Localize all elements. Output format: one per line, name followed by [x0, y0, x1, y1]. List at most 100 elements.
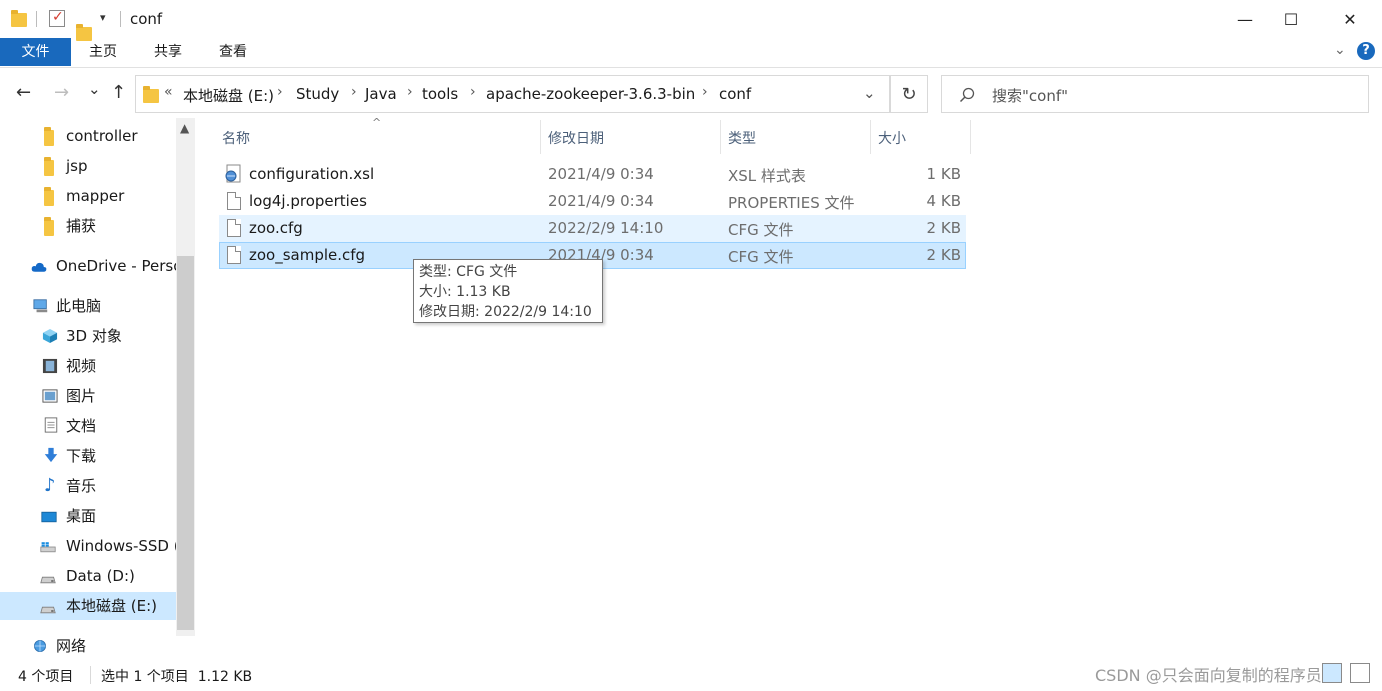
- customize-toolbar-icon[interactable]: ▾: [100, 11, 106, 24]
- sidebar-item-windows-ssd[interactable]: Windows-SSD (: [0, 532, 176, 560]
- file-modified: 2022/2/9 14:10: [548, 219, 664, 237]
- sidebar-item-jsp[interactable]: jsp: [0, 152, 176, 180]
- sidebar-item-controller[interactable]: controller: [0, 122, 176, 150]
- breadcrumb-tools[interactable]: tools: [422, 85, 458, 103]
- sidebar-item-local-disk-e[interactable]: 本地磁盘 (E:): [0, 592, 176, 620]
- sidebar-item-label: OneDrive - Perso: [56, 257, 176, 275]
- folder-icon: [143, 86, 159, 103]
- column-divider[interactable]: [970, 120, 971, 154]
- folder-icon: [44, 127, 54, 146]
- file-row[interactable]: configuration.xsl 2021/4/9 0:34 XSL 样式表 …: [219, 161, 966, 188]
- sidebar-item-downloads[interactable]: 下载: [0, 442, 176, 470]
- help-icon[interactable]: ?: [1357, 42, 1375, 60]
- search-icon: [959, 87, 975, 103]
- sidebar-item-label: 音乐: [66, 477, 97, 495]
- folder-icon: [44, 187, 54, 206]
- sidebar-item-onedrive[interactable]: OneDrive - Perso: [0, 252, 176, 280]
- watermark: CSDN @只会面向复制的程序员: [1095, 666, 1322, 685]
- sidebar-item-documents[interactable]: 文档: [0, 412, 176, 440]
- sidebar-item-label: mapper: [66, 187, 125, 205]
- breadcrumb-separator[interactable]: ›: [702, 84, 708, 100]
- details-view-icon[interactable]: [1322, 663, 1342, 683]
- column-header-name[interactable]: 名称: [222, 128, 250, 148]
- overflow-chevron[interactable]: «: [164, 84, 173, 100]
- minimize-button[interactable]: —: [1222, 0, 1268, 38]
- file-row[interactable]: log4j.properties 2021/4/9 0:34 PROPERTIE…: [219, 188, 966, 215]
- sidebar-item-label: 桌面: [66, 507, 97, 525]
- folder-icon: [44, 217, 54, 236]
- search-box[interactable]: 搜索"conf": [941, 75, 1369, 113]
- cube-icon: [42, 328, 58, 344]
- sidebar-item-this-pc[interactable]: 此电脑: [0, 292, 176, 320]
- file-size: 1 KB: [926, 165, 961, 183]
- window-title: conf: [130, 10, 163, 28]
- file-size: 2 KB: [926, 219, 961, 237]
- refresh-button[interactable]: ↻: [890, 75, 928, 113]
- column-divider[interactable]: [870, 120, 871, 154]
- up-button[interactable]: ↑: [111, 82, 126, 103]
- large-icons-view-icon[interactable]: [1350, 663, 1370, 683]
- folder-icon: [44, 157, 54, 176]
- sidebar-item-desktop[interactable]: 桌面: [0, 502, 176, 530]
- close-button[interactable]: ✕: [1327, 0, 1373, 38]
- file-modified: 2021/4/9 0:34: [548, 165, 654, 183]
- file-name: configuration.xsl: [249, 165, 375, 183]
- breadcrumb-separator[interactable]: ›: [470, 84, 476, 100]
- tab-home[interactable]: 主页: [80, 38, 126, 66]
- breadcrumb-java[interactable]: Java: [365, 85, 397, 103]
- sidebar-item-capture[interactable]: 捕获: [0, 212, 176, 240]
- sidebar-item-mapper[interactable]: mapper: [0, 182, 176, 210]
- column-header-size[interactable]: 大小: [878, 128, 906, 148]
- sidebar-item-videos[interactable]: 视频: [0, 352, 176, 380]
- scroll-up-icon[interactable]: ▲: [180, 121, 189, 135]
- column-header-type[interactable]: 类型: [728, 128, 756, 148]
- breadcrumb-separator[interactable]: ›: [351, 84, 357, 100]
- sidebar-scroll-thumb[interactable]: [177, 256, 194, 630]
- breadcrumb-conf[interactable]: conf: [719, 85, 751, 103]
- sidebar-item-music[interactable]: ♪ 音乐: [0, 472, 176, 500]
- expand-ribbon-icon[interactable]: ⌄: [1334, 42, 1346, 58]
- breadcrumb-study[interactable]: Study: [296, 85, 339, 103]
- file-icon: [227, 192, 241, 210]
- divider: [120, 11, 121, 27]
- breadcrumb-zookeeper[interactable]: apache-zookeeper-3.6.3-bin: [486, 85, 695, 103]
- tab-view[interactable]: 查看: [210, 38, 256, 66]
- desktop-icon: [41, 511, 57, 523]
- column-divider[interactable]: [720, 120, 721, 154]
- video-icon: [42, 358, 58, 374]
- navigation-pane: controller jsp mapper 捕获 OneDrive - Pers…: [0, 118, 196, 655]
- sidebar-item-data-d[interactable]: Data (D:): [0, 562, 176, 590]
- file-size: 4 KB: [926, 192, 961, 210]
- sidebar-item-label: jsp: [66, 157, 88, 175]
- breadcrumb-separator[interactable]: ›: [407, 84, 413, 100]
- sidebar-item-3d-objects[interactable]: 3D 对象: [0, 322, 176, 350]
- picture-icon: [42, 389, 58, 403]
- back-button[interactable]: ←: [16, 82, 31, 103]
- computer-icon: [33, 299, 48, 313]
- breadcrumb-drive[interactable]: 本地磁盘 (E:): [183, 85, 274, 106]
- file-info-tooltip: 类型: CFG 文件 大小: 1.13 KB 修改日期: 2022/2/9 14…: [413, 259, 603, 323]
- breadcrumb-separator[interactable]: ›: [277, 84, 283, 100]
- file-type: PROPERTIES 文件: [728, 194, 855, 212]
- sidebar-item-label: 下载: [66, 447, 97, 465]
- sidebar-item-network[interactable]: 网络: [0, 632, 176, 660]
- tooltip-type: 类型: CFG 文件: [419, 264, 518, 280]
- properties-icon[interactable]: ✓: [49, 9, 65, 27]
- column-header-modified[interactable]: 修改日期: [548, 128, 604, 148]
- sidebar-item-label: 捕获: [66, 217, 97, 235]
- tab-share[interactable]: 共享: [145, 38, 191, 66]
- maximize-button[interactable]: ☐: [1268, 0, 1314, 38]
- column-divider[interactable]: [540, 120, 541, 154]
- address-bar[interactable]: « 本地磁盘 (E:) › Study › Java › tools › apa…: [135, 75, 890, 113]
- file-type: CFG 文件: [728, 221, 794, 239]
- xsl-file-icon: [225, 164, 241, 183]
- search-placeholder: 搜索"conf": [992, 87, 1069, 105]
- selection-info: 选中 1 个项目 1.12 KB: [101, 669, 253, 685]
- forward-button[interactable]: →: [54, 82, 69, 103]
- tab-file[interactable]: 文件: [0, 38, 71, 66]
- file-icon: [227, 246, 241, 264]
- sidebar-item-pictures[interactable]: 图片: [0, 382, 176, 410]
- address-dropdown-icon[interactable]: ⌄: [863, 84, 876, 102]
- recent-locations-button[interactable]: ⌄: [88, 80, 101, 98]
- file-row[interactable]: zoo.cfg 2022/2/9 14:10 CFG 文件 2 KB: [219, 215, 966, 242]
